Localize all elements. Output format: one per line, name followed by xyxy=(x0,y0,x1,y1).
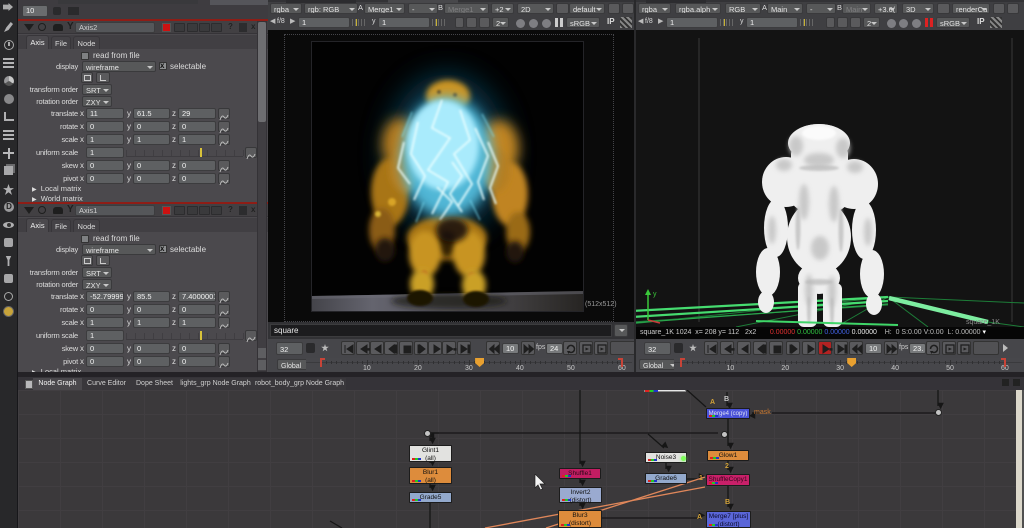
svg-text:y: y xyxy=(653,291,657,298)
svg-text:square_1K: square_1K xyxy=(966,319,1000,326)
